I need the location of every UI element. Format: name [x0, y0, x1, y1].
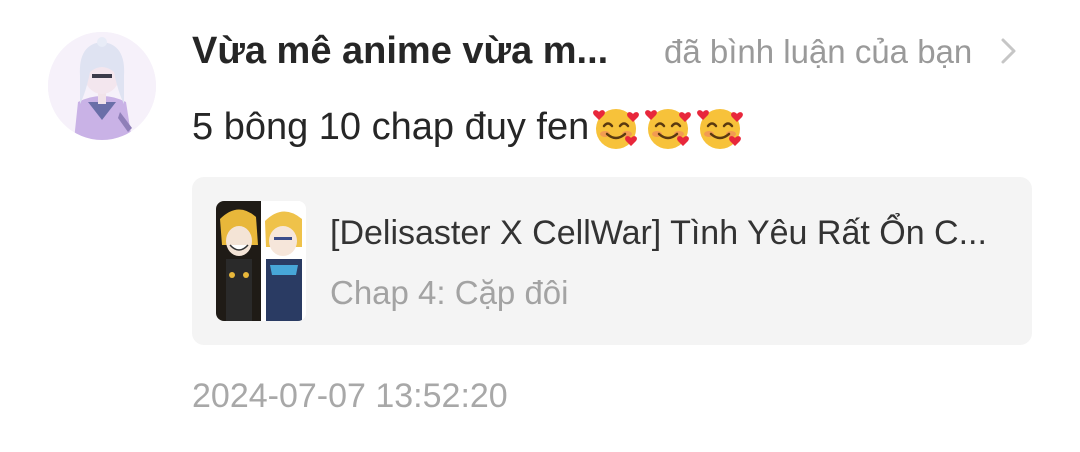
notification-timestamp: 2024-07-07 13:52:20 — [192, 377, 508, 415]
comment-text: 5 bông 10 chap đuy fen — [192, 106, 590, 148]
chapter-label: Chap 4: Cặp đôi — [330, 274, 569, 311]
avatar-image — [48, 32, 156, 140]
story-title: [Delisaster X CellWar] Tình Yêu Rất Ổn C… — [330, 214, 987, 252]
smiling-face-with-hearts-icon — [645, 109, 692, 150]
emoji-group — [591, 102, 747, 155]
smiling-face-with-hearts-icon — [697, 109, 744, 150]
smiling-face-with-hearts-icon — [593, 109, 640, 150]
notification-action-text: đã bình luận của bạn — [664, 33, 973, 70]
story-chapter-card[interactable]: [Delisaster X CellWar] Tình Yêu Rất Ổn C… — [192, 177, 1032, 345]
commenter-username[interactable]: Vừa mê anime vừa m... — [192, 28, 632, 74]
comment-body: 5 bông 10 chap đuy fen — [192, 102, 747, 155]
chevron-right-icon[interactable] — [998, 36, 1020, 66]
user-avatar[interactable] — [48, 32, 156, 140]
story-cover-image — [216, 201, 306, 321]
